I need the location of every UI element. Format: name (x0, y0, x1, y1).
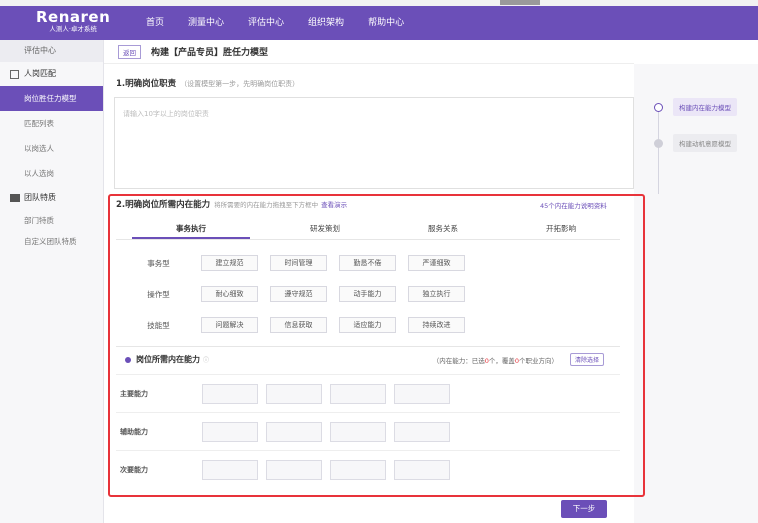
logo-subtitle: 人测人·卓才系统 (49, 25, 97, 33)
ability-docs-link[interactable]: 45个内在能力说明资料 (540, 200, 607, 210)
section2-heading: 2.明确岗位所需内在能力 (116, 200, 211, 210)
ability-chip[interactable]: 动手能力 (339, 286, 396, 302)
drop-slot[interactable] (394, 421, 450, 442)
sidebar-group-team[interactable]: 团队特质 (0, 186, 103, 210)
ability-chip[interactable]: 建立规范 (201, 255, 258, 271)
drop-slot[interactable] (202, 421, 258, 442)
section1-hint: （设置模型第一步，先明确岗位职责） (180, 80, 300, 88)
sidebar-item-select-by-post[interactable]: 以岗选人 (0, 136, 103, 161)
step-dot-icon (654, 138, 663, 148)
ability-chip[interactable]: 独立执行 (408, 286, 465, 302)
tab-service[interactable]: 服务关系 (384, 218, 502, 239)
top-nav: 首页 测量中心 评估中心 组织架构 帮助中心 (146, 15, 428, 28)
drop-slot[interactable] (330, 421, 386, 442)
drop-slot[interactable] (266, 383, 322, 404)
step-2[interactable]: 构建动机意愿模型 (654, 134, 737, 152)
ability-chip[interactable]: 问题解决 (201, 317, 258, 333)
drop-slot[interactable] (202, 459, 258, 480)
ability-row-label: 操作型 (147, 289, 170, 299)
back-button[interactable]: 返回 (118, 44, 141, 59)
tab-expansion[interactable]: 开拓影响 (502, 218, 620, 239)
next-step-button[interactable]: 下一步 (561, 500, 607, 518)
top-strip-block (500, 0, 540, 5)
tab-rnd[interactable]: 研发策划 (266, 218, 384, 239)
tab-affairs[interactable]: 事务执行 (132, 218, 250, 239)
demo-link[interactable]: 查看演示 (321, 201, 347, 209)
sidebar-item-select-by-person[interactable]: 以人选岗 (0, 161, 103, 186)
step-2-label: 构建动机意愿模型 (673, 134, 737, 152)
section1-heading: 1.明确岗位职责 (116, 79, 177, 89)
drop-slot[interactable] (266, 459, 322, 480)
ability-chip[interactable]: 持续改进 (408, 317, 465, 333)
drop-slot[interactable] (394, 459, 450, 480)
drop-slot[interactable] (266, 421, 322, 442)
slot-row-label: 次要能力 (120, 465, 148, 474)
summary-prefix: （内在能力：已选 (432, 356, 485, 365)
ability-tabs: 事务执行 研发策划 服务关系 开拓影响 (116, 218, 620, 240)
section2-hint: 将所需要的内在能力拖拽至下方框中 (214, 201, 319, 209)
drop-slot[interactable] (394, 383, 450, 404)
slot-row-auxiliary: 辅助能力 (116, 412, 620, 450)
selected-abilities-header: 岗位所需内在能力 ⓘ （内在能力：已选0个，覆盖0个职业方向） 清除选择 (116, 346, 620, 372)
slot-row-label: 主要能力 (120, 389, 148, 398)
person-card-icon (10, 69, 19, 79)
drop-slot[interactable] (330, 459, 386, 480)
step-panel: 构建内在能力模型 构建动机意愿模型 (634, 64, 758, 523)
summary-suffix: 个职业方向） (519, 356, 558, 365)
sidebar-group-match[interactable]: 人岗匹配 (0, 62, 103, 86)
ability-chip[interactable]: 适应能力 (339, 317, 396, 333)
ability-chip[interactable]: 遵守规范 (270, 286, 327, 302)
section1-title: 1.明确岗位职责 （设置模型第一步，先明确岗位职责） (116, 77, 299, 89)
sidebar-item-match-list[interactable]: 匹配列表 (0, 111, 103, 136)
slot-row-label: 辅助能力 (120, 427, 148, 436)
header: Renaren 人测人·卓才系统 首页 测量中心 评估中心 组织架构 帮助中心 (0, 6, 758, 40)
summary-mid: 个，覆盖 (488, 356, 515, 365)
logo-brand: Renaren (36, 8, 111, 26)
sidebar: 评估中心 人岗匹配 岗位胜任力模型 匹配列表 以岗选人 以人选岗 团队特质 部门… (0, 40, 104, 523)
duty-textarea[interactable]: 请输入10字以上的岗位职责 (114, 97, 634, 189)
info-icon[interactable]: ⓘ (203, 355, 209, 364)
slot-row-primary: 主要能力 (116, 374, 620, 412)
sidebar-title: 评估中心 (0, 40, 103, 62)
logo[interactable]: Renaren 人测人·卓才系统 (36, 10, 110, 34)
ability-chip[interactable]: 信息获取 (270, 317, 327, 333)
ability-chip[interactable]: 时间管理 (270, 255, 327, 271)
step-1[interactable]: 构建内在能力模型 (654, 98, 737, 116)
selection-summary: （内在能力：已选0个，覆盖0个职业方向） (433, 355, 558, 365)
selected-abilities-title: 岗位所需内在能力 (136, 355, 200, 364)
drop-slot[interactable] (330, 383, 386, 404)
sidebar-group-label: 人岗匹配 (24, 69, 56, 78)
team-icon (10, 194, 20, 202)
clear-selection-button[interactable]: 清除选择 (569, 353, 604, 366)
ability-row: 技能型 问题解决 信息获取 适应能力 持续改进 (116, 317, 477, 333)
slot-row-secondary: 次要能力 (116, 450, 620, 488)
breadcrumb: 返回 构建【产品专员】胜任力模型 (104, 40, 634, 64)
ability-row: 事务型 建立规范 时间管理 勤恳不倦 严谨细致 (116, 255, 477, 271)
step-1-label: 构建内在能力模型 (673, 98, 737, 116)
section2-title: 2.明确岗位所需内在能力 将所需要的内在能力拖拽至下方框中 查看演示 (116, 198, 347, 210)
sidebar-item-custom-team-traits[interactable]: 自定义团队特质 (0, 231, 103, 252)
nav-item-help[interactable]: 帮助中心 (368, 15, 404, 28)
sidebar-group-label: 团队特质 (24, 193, 56, 202)
ability-chip[interactable]: 严谨细致 (408, 255, 465, 271)
nav-item-home[interactable]: 首页 (146, 15, 164, 28)
nav-item-measure[interactable]: 测量中心 (188, 15, 224, 28)
drop-slot[interactable] (202, 383, 258, 404)
nav-item-evaluate[interactable]: 评估中心 (248, 15, 284, 28)
ability-row-label: 技能型 (147, 320, 170, 330)
ability-chip[interactable]: 耐心细致 (201, 286, 258, 302)
ability-row: 操作型 耐心细致 遵守规范 动手能力 独立执行 (116, 286, 477, 302)
ability-row-label: 事务型 (147, 258, 170, 268)
nav-item-org[interactable]: 组织架构 (308, 15, 344, 28)
sidebar-item-dept-traits[interactable]: 部门特质 (0, 210, 103, 231)
bullet-icon (125, 356, 131, 363)
step-dot-icon (654, 102, 663, 112)
ability-chip[interactable]: 勤恳不倦 (339, 255, 396, 271)
page-title: 构建【产品专员】胜任力模型 (151, 48, 269, 58)
sidebar-item-competency-model[interactable]: 岗位胜任力模型 (0, 86, 103, 111)
